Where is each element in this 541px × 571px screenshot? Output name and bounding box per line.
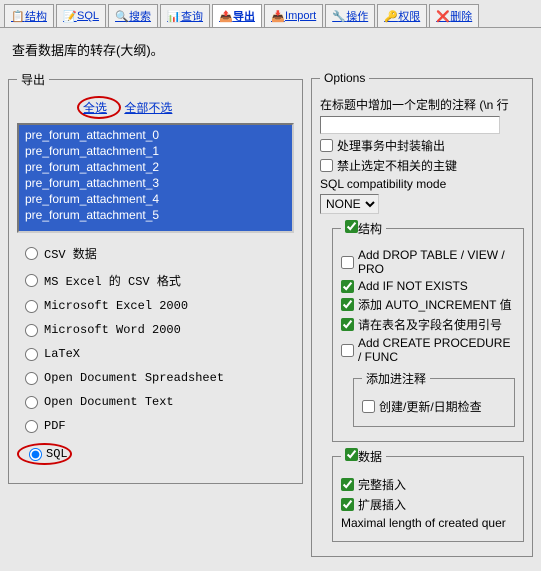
use-backquotes-checkbox[interactable]: [341, 318, 354, 331]
add-createproc-checkbox[interactable]: [341, 344, 354, 357]
options-fieldset: Options 在标题中增加一个定制的注释 (\n 行 处理事务中封装输出 禁止…: [311, 71, 533, 557]
custom-comment-input[interactable]: [320, 116, 500, 134]
format-sql[interactable]: [29, 448, 42, 461]
tab-import[interactable]: 📥Import: [264, 4, 323, 27]
search-icon: 🔍: [115, 10, 127, 22]
custom-comment-label: 在标题中增加一个定制的注释 (\n 行: [320, 96, 524, 113]
list-item[interactable]: pre_forum_attachment_5: [21, 207, 290, 223]
format-csv[interactable]: [25, 247, 38, 260]
table-select[interactable]: pre_forum_attachment_0 pre_forum_attachm…: [17, 123, 294, 233]
sql-icon: 📝: [63, 10, 75, 22]
import-icon: 📥: [271, 10, 283, 22]
add-autoinc-checkbox[interactable]: [341, 298, 354, 311]
max-length-label: Maximal length of created quer: [341, 516, 515, 530]
tab-search[interactable]: 🔍搜索: [108, 4, 158, 27]
sql-compat-label: SQL compatibility mode: [320, 177, 524, 191]
disable-fk-checkbox[interactable]: [320, 159, 333, 172]
options-legend: Options: [320, 71, 369, 85]
format-word2000[interactable]: [25, 324, 38, 337]
complete-inserts-checkbox[interactable]: [341, 478, 354, 491]
tab-privileges[interactable]: 🔑权限: [377, 4, 427, 27]
format-latex[interactable]: [25, 348, 38, 361]
export-fieldset: 导出 全选 全部不选 pre_forum_attachment_0 pre_fo…: [8, 71, 303, 484]
operations-icon: 🔧: [332, 10, 344, 22]
export-legend: 导出: [17, 71, 49, 88]
data-toggle[interactable]: [345, 448, 358, 461]
tab-query[interactable]: 📊查询: [160, 4, 210, 27]
unselect-all-link[interactable]: 全部不选: [124, 101, 172, 115]
query-icon: 📊: [167, 10, 179, 22]
format-odt[interactable]: [25, 396, 38, 409]
privileges-icon: 🔑: [384, 10, 396, 22]
enclose-transaction-checkbox[interactable]: [320, 139, 333, 152]
list-item[interactable]: pre_forum_attachment_1: [21, 143, 290, 159]
page-title: 查看数据库的转存(大纲)。: [8, 36, 533, 63]
list-item[interactable]: pre_forum_attachment_4: [21, 191, 290, 207]
tab-export[interactable]: 📤导出: [212, 4, 262, 27]
list-item[interactable]: pre_forum_attachment_2: [21, 159, 290, 175]
list-item[interactable]: pre_forum_attachment_3: [21, 175, 290, 191]
add-drop-checkbox[interactable]: [341, 256, 354, 269]
tab-structure[interactable]: 📋结构: [4, 4, 54, 27]
creation-dates-checkbox[interactable]: [362, 400, 375, 413]
data-fieldset: 数据 完整插入 扩展插入 Maximal length of created q…: [332, 448, 524, 542]
tab-operations[interactable]: 🔧操作: [325, 4, 375, 27]
drop-icon: ❌: [436, 10, 448, 22]
export-icon: 📤: [219, 10, 231, 22]
format-excel2000[interactable]: [25, 300, 38, 313]
add-comments-fieldset: 添加进注释 创建/更新/日期检查: [353, 370, 515, 427]
format-pdf[interactable]: [25, 420, 38, 433]
structure-fieldset: 结构 Add DROP TABLE / VIEW / PRO Add IF NO…: [332, 220, 524, 442]
select-all-link[interactable]: 全选: [83, 101, 107, 115]
list-item[interactable]: pre_forum_attachment_0: [21, 127, 290, 143]
tab-bar: 📋结构 📝SQL 🔍搜索 📊查询 📤导出 📥Import 🔧操作 🔑权限 ❌删除: [0, 0, 541, 28]
tab-sql[interactable]: 📝SQL: [56, 4, 106, 27]
format-ods[interactable]: [25, 372, 38, 385]
sql-compat-select[interactable]: NONE: [320, 194, 379, 214]
add-ifnotexists-checkbox[interactable]: [341, 280, 354, 293]
structure-toggle[interactable]: [345, 220, 358, 233]
tab-drop[interactable]: ❌删除: [429, 4, 479, 27]
structure-icon: 📋: [11, 10, 23, 22]
format-csv-excel[interactable]: [25, 274, 38, 287]
